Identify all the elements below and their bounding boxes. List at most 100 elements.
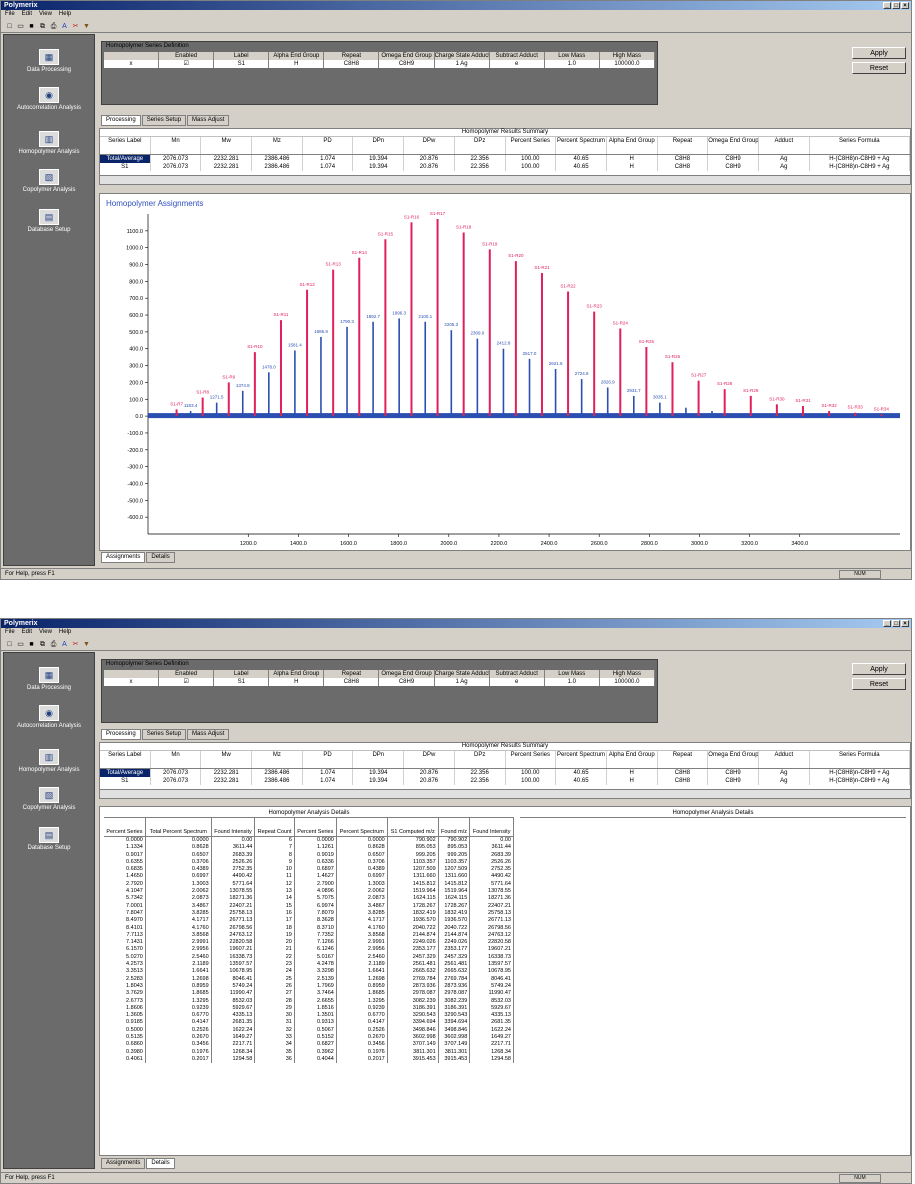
menu-help[interactable]: Help <box>59 628 71 637</box>
menu-help[interactable]: Help <box>59 10 71 19</box>
menu-view[interactable]: View <box>39 10 52 19</box>
table-row[interactable]: 0.4061 0.2017 1294.58 36 0.4044 0.2017 3915.45… <box>104 1055 514 1064</box>
sidebar-item-autocorrelation[interactable]: ◉ Autocorrelation Analysis <box>4 705 94 729</box>
cell[interactable]: x <box>104 60 160 68</box>
table-row[interactable]: 0.5000 0.2526 1622.24 32 0.5067 0.2526 3498.84… <box>104 1026 514 1035</box>
menu-file[interactable]: File <box>5 10 15 19</box>
table-row[interactable]: 1.4650 0.6997 4490.42 11 1.4627 0.6997 1311.66… <box>104 873 514 881</box>
table-row[interactable]: 1.8606 0.9239 5929.67 29 1.8516 0.9239 3186.39… <box>104 1004 514 1013</box>
tab-processing[interactable]: Processing <box>101 115 141 126</box>
summary-row-total[interactable]: Total/Average 2076.073 2232.281 2386.486 1.0… <box>100 769 910 777</box>
cell[interactable]: x <box>104 678 160 686</box>
enabled-checkbox[interactable]: ☑ <box>159 678 215 686</box>
minimize-button[interactable]: _ <box>883 620 891 627</box>
summary-row-total[interactable]: Total/Average 2076.073 2232.281 2386.486 1.0… <box>100 155 910 163</box>
summary-scrollbar[interactable] <box>100 175 910 184</box>
apply-button[interactable]: Apply <box>852 47 906 59</box>
tab-assignments[interactable]: Assignments <box>101 1158 146 1169</box>
cell[interactable]: 1 Ag <box>435 60 490 68</box>
table-row[interactable]: 1.3605 0.6770 4335.13 30 1.3501 0.6770 3290.54… <box>104 1012 514 1020</box>
tab-details[interactable]: Details <box>146 552 175 563</box>
minimize-button[interactable]: _ <box>883 2 891 9</box>
chart-icon[interactable]: A <box>60 22 69 31</box>
save-icon[interactable]: ■ <box>27 640 36 649</box>
table-row[interactable]: 0.6835 0.4389 2752.35 10 0.6897 0.4389 1207.50… <box>104 866 514 874</box>
cell[interactable]: C8H9 <box>379 678 435 686</box>
open-icon[interactable]: ▭ <box>16 22 25 31</box>
table-row[interactable]: 0.9185 0.4147 2681.35 31 0.9313 0.4147 3394.69… <box>104 1019 514 1027</box>
tab-mass-adjust[interactable]: Mass Adjust <box>187 115 230 126</box>
cell[interactable]: H <box>269 60 325 68</box>
sidebar-item-data-processing[interactable]: ▦ Data Processing <box>4 667 94 691</box>
cut-icon[interactable]: ✂ <box>71 640 80 649</box>
table-row[interactable]: 0.3980 0.1976 1268.34 35 0.3962 0.1976 3811.30… <box>104 1048 514 1056</box>
summary-scrollbar[interactable] <box>100 789 910 798</box>
sidebar-item-database[interactable]: ▤ Database Setup <box>4 209 94 233</box>
print-icon[interactable]: ⎙ <box>49 22 58 31</box>
table-row[interactable]: 4.2573 2.1189 13597.57 23 4.2478 2.1189 2561.4… <box>104 961 514 969</box>
table-row[interactable]: 0.6355 0.3706 2526.26 9 0.6336 0.3706 1103.357… <box>104 858 514 867</box>
tab-series-setup[interactable]: Series Setup <box>141 115 187 126</box>
sidebar-item-autocorrelation[interactable]: ◉ Autocorrelation Analysis <box>4 87 94 111</box>
table-row[interactable]: 2.7920 1.3003 5771.64 12 2.7900 1.3003 1415.81… <box>104 880 514 889</box>
table-row[interactable]: 3.3513 1.6641 10678.95 24 3.3298 1.6641 2665.6… <box>104 968 514 976</box>
cell[interactable]: e <box>490 60 545 68</box>
sidebar-item-database[interactable]: ▤ Database Setup <box>4 827 94 851</box>
table-row[interactable]: 0.6860 0.3456 2217.71 34 0.6827 0.3456 3707.14… <box>104 1041 514 1049</box>
table-row[interactable]: 6.1570 2.9956 19607.21 21 6.1246 2.9956 2353.1… <box>104 946 514 954</box>
menu-file[interactable]: File <box>5 628 15 637</box>
sidebar-item-homopolymer[interactable]: ▥ Homopolymer Analysis <box>4 749 94 773</box>
maximize-button[interactable]: □ <box>892 2 900 9</box>
cell[interactable]: S1 <box>214 678 270 686</box>
new-icon[interactable]: □ <box>5 22 14 31</box>
table-row[interactable]: 0.0000 0.0000 0.00 6 0.0000 0.0000 790.902 790.… <box>104 836 514 845</box>
cell[interactable]: 100000.0 <box>600 60 655 68</box>
maximize-button[interactable]: □ <box>892 620 900 627</box>
cut-icon[interactable]: ✂ <box>71 22 80 31</box>
filter-icon[interactable]: ▼ <box>82 22 91 31</box>
filter-icon[interactable]: ▼ <box>82 640 91 649</box>
save-icon[interactable]: ■ <box>27 22 36 31</box>
tab-processing[interactable]: Processing <box>101 729 141 740</box>
menu-view[interactable]: View <box>39 628 52 637</box>
sidebar-item-data-processing[interactable]: ▦ Data Processing <box>4 49 94 73</box>
table-row[interactable]: 0.9017 0.6507 2683.39 8 0.9019 0.6507 999.205 9… <box>104 851 514 859</box>
copy-icon[interactable]: ⧉ <box>38 640 47 649</box>
apply-button[interactable]: Apply <box>852 663 906 675</box>
close-button[interactable]: × <box>901 2 909 9</box>
sidebar-item-copolymer[interactable]: ▧ Copolymer Analysis <box>4 169 94 193</box>
close-button[interactable]: × <box>901 620 909 627</box>
print-icon[interactable]: ⎙ <box>49 640 58 649</box>
sidebar-item-copolymer[interactable]: ▧ Copolymer Analysis <box>4 787 94 811</box>
new-icon[interactable]: □ <box>5 640 14 649</box>
table-row[interactable]: 7.0001 3.4867 22407.21 15 6.9974 3.4867 1728.2… <box>104 902 514 910</box>
series-definition-row[interactable]: x ☑ S1 H C8H8 C8H9 1 Ag e 1.0 100000.0 <box>104 60 655 68</box>
reset-button[interactable]: Reset <box>852 62 906 74</box>
cell[interactable]: 1.0 <box>545 60 600 68</box>
table-row[interactable]: 2.5283 1.2698 8046.41 25 2.5139 1.2698 2769.78… <box>104 975 514 983</box>
series-definition-row[interactable]: x ☑ S1 H C8H8 C8H9 1 Ag e 1.0 100000.0 <box>104 678 655 686</box>
table-row[interactable]: 5.7342 2.0873 18271.36 14 5.7075 2.0873 1624.1… <box>104 895 514 903</box>
cell[interactable]: H <box>269 678 325 686</box>
copy-icon[interactable]: ⧉ <box>38 22 47 31</box>
cell[interactable]: e <box>490 678 545 686</box>
menu-edit[interactable]: Edit <box>22 628 32 637</box>
cell[interactable]: 100000.0 <box>600 678 655 686</box>
reset-button[interactable]: Reset <box>852 678 906 690</box>
table-row[interactable]: 5.0270 2.5460 16338.73 22 5.0167 2.5460 2457.3… <box>104 953 514 962</box>
table-row[interactable]: 8.4101 4.1760 26798.56 18 8.3710 4.1760 2040.7… <box>104 924 514 932</box>
table-row[interactable]: 4.1047 2.0062 13078.55 13 4.0896 2.0062 1519.9… <box>104 888 514 896</box>
tab-details[interactable]: Details <box>146 1158 175 1169</box>
summary-row-s1[interactable]: S1 2076.073 2232.281 2386.486 1.074 19.394 20.… <box>100 777 910 785</box>
cell[interactable]: S1 <box>214 60 270 68</box>
table-row[interactable]: 7.8047 3.8285 25758.13 16 7.8079 3.8285 1832.4… <box>104 909 514 918</box>
chart-icon[interactable]: A <box>60 640 69 649</box>
tab-mass-adjust[interactable]: Mass Adjust <box>187 729 230 740</box>
open-icon[interactable]: ▭ <box>16 640 25 649</box>
table-row[interactable]: 2.6773 1.3295 8532.03 28 2.6655 1.3295 3082.23… <box>104 997 514 1005</box>
tab-assignments[interactable]: Assignments <box>101 552 146 563</box>
cell[interactable]: C8H8 <box>324 678 380 686</box>
table-row[interactable]: 1.1334 0.8628 3611.44 7 1.1261 0.8628 895.053 8… <box>104 844 514 852</box>
cell[interactable]: C8H9 <box>379 60 435 68</box>
table-row[interactable]: 1.8043 0.8959 5749.24 26 1.7969 0.8959 2873.93… <box>104 982 514 991</box>
